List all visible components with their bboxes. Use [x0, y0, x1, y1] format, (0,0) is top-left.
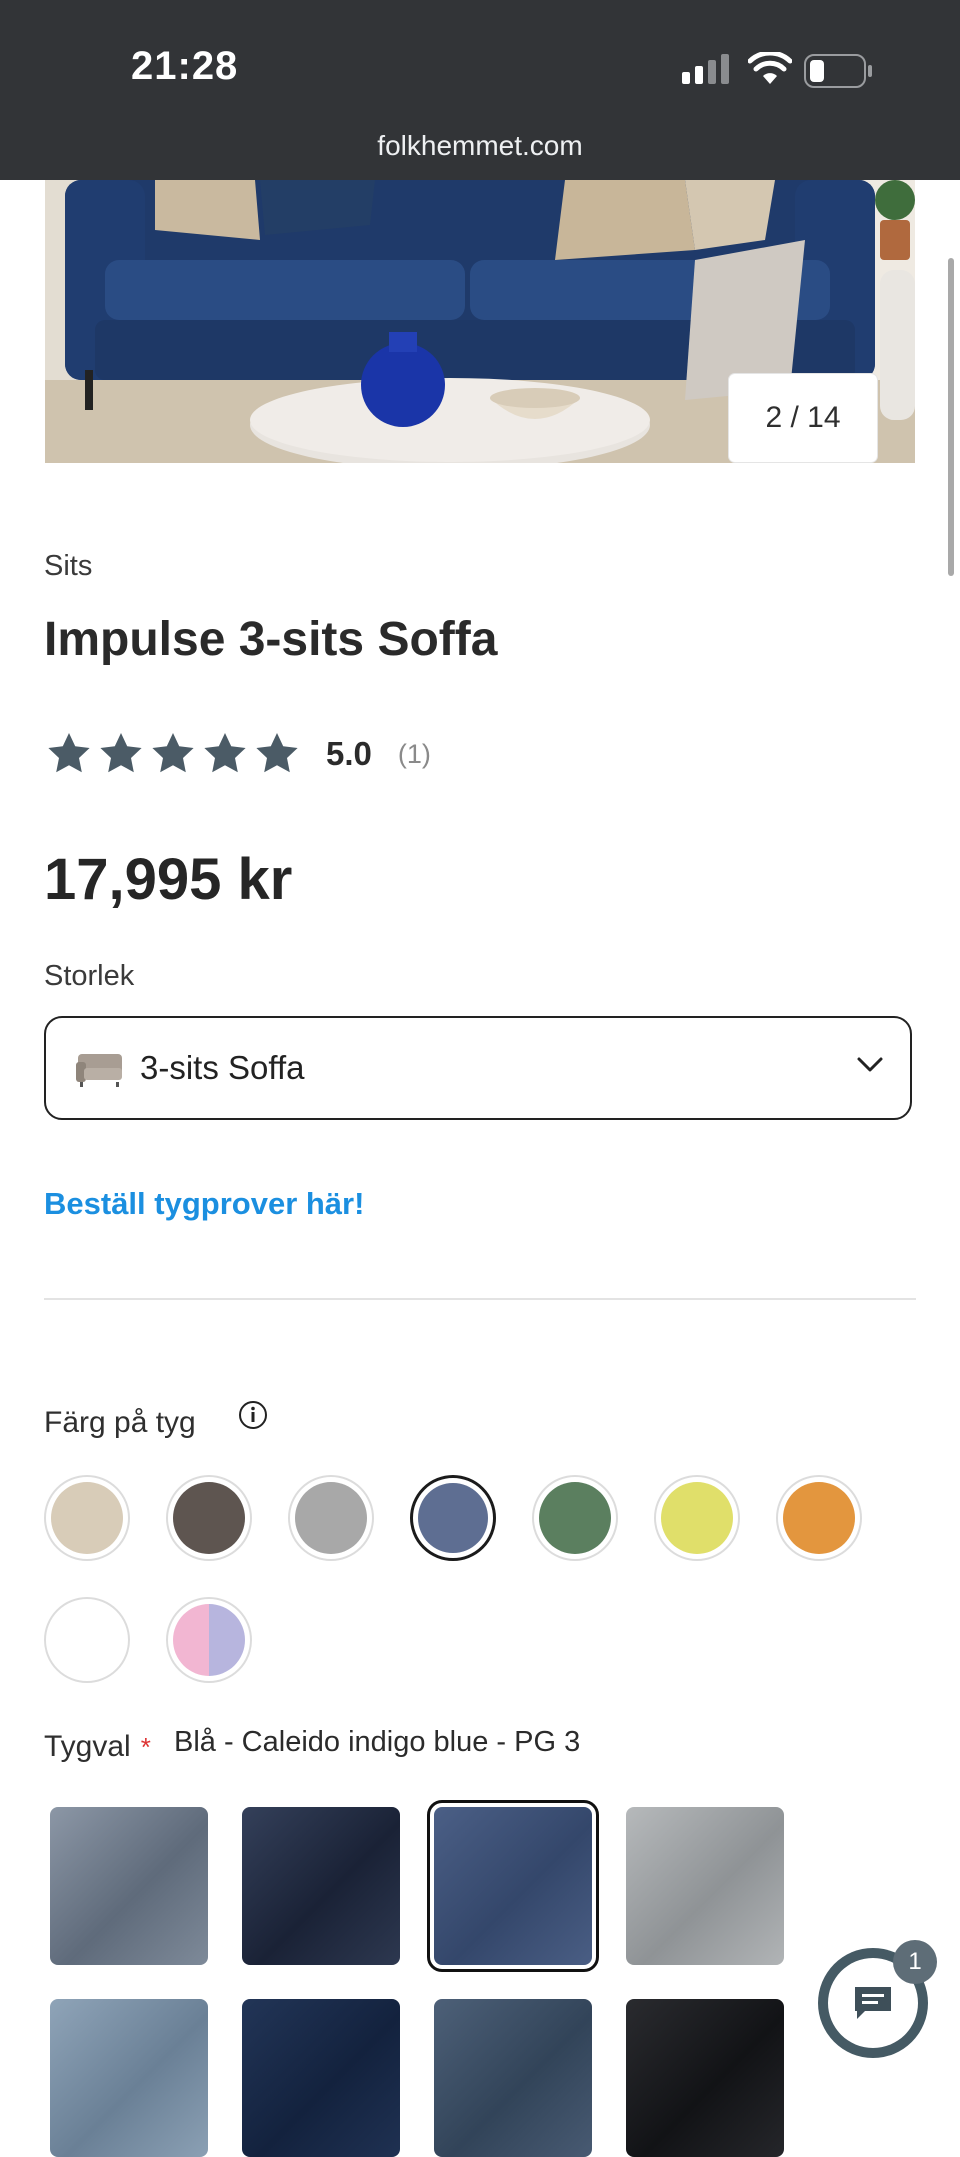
star-icon: [256, 733, 298, 773]
sofa-icon: [76, 1054, 122, 1087]
wifi-icon: [748, 52, 792, 84]
fabric-choice-label-text: Tygval: [44, 1730, 131, 1763]
star-icon: [48, 733, 90, 773]
fabric-tile-black[interactable]: [626, 1999, 784, 2157]
order-fabric-samples-link[interactable]: Beställ tygprover här!: [44, 1186, 364, 1222]
color-swatch-blue[interactable]: [410, 1475, 496, 1561]
status-bar: 21:28 folkhemmet.com: [0, 0, 960, 180]
rating[interactable]: 5.0 (1): [44, 730, 431, 778]
fabric-tile-light-grey[interactable]: [626, 1807, 784, 1965]
fabric-choice-label: Tygval *: [44, 1730, 151, 1764]
chat-unread-badge: 1: [893, 1940, 937, 1984]
rating-stars: [44, 730, 302, 778]
rating-value: 5.0: [326, 735, 372, 772]
review-count[interactable]: (1): [398, 739, 431, 770]
battery-icon: [804, 54, 872, 88]
color-swatch-brown[interactable]: [166, 1475, 252, 1561]
fabric-tile-grey-blue-velvet[interactable]: [50, 1807, 208, 1965]
address-bar-url[interactable]: folkhemmet.com: [0, 130, 960, 162]
fabric-color-label: Färg på tyg: [44, 1406, 196, 1439]
gallery-counter: 2 / 14: [729, 374, 877, 462]
star-icon: [100, 733, 142, 773]
info-icon[interactable]: [238, 1400, 268, 1430]
fabric-tile-indigo-blue[interactable]: [427, 1800, 599, 1972]
product-price: 17,995 kr: [44, 847, 293, 912]
color-swatch-white[interactable]: [44, 1597, 130, 1683]
divider: [44, 1298, 916, 1300]
size-label: Storlek: [44, 960, 135, 992]
scrollbar[interactable]: [948, 258, 954, 576]
size-select-value: 3-sits Soffa: [140, 1049, 305, 1086]
fabric-tile-dark-navy-velvet[interactable]: [242, 1807, 400, 1965]
chat-icon: [855, 1987, 891, 2019]
color-swatch-green[interactable]: [532, 1475, 618, 1561]
product-category[interactable]: Sits: [44, 550, 92, 583]
cellular-signal-icon: [682, 54, 729, 84]
color-swatch-beige[interactable]: [44, 1475, 130, 1561]
size-select[interactable]: 3-sits Soffa: [44, 1016, 912, 1120]
star-icon: [152, 733, 194, 773]
star-icon: [204, 733, 246, 773]
clock: 21:28: [131, 44, 239, 88]
fabric-tile-light-blue-velvet[interactable]: [50, 1999, 208, 2157]
fabric-tile-slate-blue[interactable]: [434, 1999, 592, 2157]
fabric-tile-deep-navy[interactable]: [242, 1999, 400, 2157]
product-title: Impulse 3-sits Soffa: [44, 613, 498, 666]
color-swatch-yellow[interactable]: [654, 1475, 740, 1561]
fabric-choice-value: Blå - Caleido indigo blue - PG 3: [174, 1726, 581, 1758]
color-swatch-orange[interactable]: [776, 1475, 862, 1561]
required-mark: *: [140, 1732, 151, 1762]
color-swatch-pink-lilac[interactable]: [166, 1597, 252, 1683]
color-swatch-grey[interactable]: [288, 1475, 374, 1561]
chevron-down-icon: [857, 1057, 883, 1072]
